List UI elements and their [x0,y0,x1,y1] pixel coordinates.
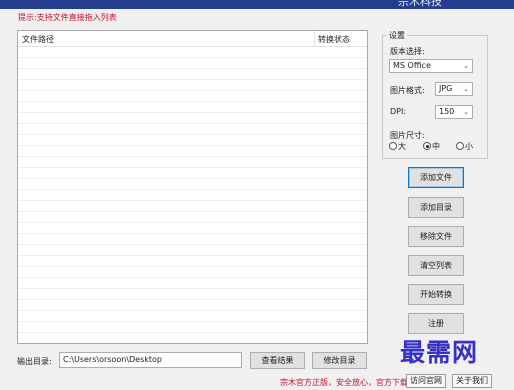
empty-row [18,223,367,234]
empty-row [18,113,367,124]
column-header-status[interactable]: 转换状态 [318,34,350,45]
dpi-label: DPI: [390,107,407,116]
empty-row [18,135,367,146]
empty-row [18,69,367,80]
size-medium-label: 中 [432,142,440,151]
size-label: 图片尺寸: [390,131,425,140]
empty-row [18,212,367,223]
clear-list-button[interactable]: 清空列表 [408,255,464,276]
empty-row [18,234,367,245]
size-radio-medium[interactable]: 中 [423,142,440,152]
empty-row [18,146,367,157]
about-us-link[interactable]: 关于我们 [452,374,492,388]
format-value: JPG [439,84,453,93]
empty-row [18,179,367,190]
output-dir-label: 输出目录: [17,357,52,366]
empty-row [18,300,367,311]
empty-row [18,289,367,300]
column-header-path[interactable]: 文件路径 [22,34,54,45]
watermark-logo: 最需网 [400,338,479,367]
chevron-down-icon[interactable]: ⌄ [463,106,469,118]
radio-selected-icon[interactable] [423,142,431,150]
view-result-button[interactable]: 查看结果 [250,352,305,369]
version-value: MS Office [393,61,431,70]
title-bar: 宗木科技 [0,0,514,9]
output-dir-field[interactable]: C:\Users\orsoon\Desktop [59,352,242,368]
window-title: 宗木科技 [398,0,442,8]
start-convert-button[interactable]: 开始转换 [408,284,464,305]
format-label: 图片格式: [390,86,425,95]
empty-row [18,311,367,322]
settings-title: 设置 [387,30,407,41]
chevron-down-icon[interactable]: ⌄ [463,60,469,72]
size-radio-small[interactable]: 小 [456,142,473,152]
add-file-button[interactable]: 添加文件 [408,167,464,188]
dpi-value: 150 [439,107,455,116]
remove-file-button[interactable]: 移除文件 [408,226,464,247]
version-label: 版本选择: [390,47,425,56]
empty-row [18,190,367,201]
change-directory-button[interactable]: 修改目录 [312,352,367,369]
register-button[interactable]: 注册 [408,313,464,334]
file-list[interactable]: 文件路径 转换状态 [17,30,368,344]
version-select[interactable]: MS Office ⌄ [389,59,473,73]
file-list-rows [18,47,367,343]
drag-hint: 提示:支持文件直接拖入列表 [18,13,117,22]
empty-row [18,58,367,69]
file-list-header: 文件路径 转换状态 [18,31,367,47]
column-divider[interactable] [314,31,315,47]
format-select[interactable]: JPG ⌄ [435,82,473,96]
dpi-select[interactable]: 150 ⌄ [435,105,473,119]
empty-row [18,47,367,58]
empty-row [18,91,367,102]
visit-site-link[interactable]: 访问官网 [406,374,446,388]
empty-row [18,102,367,113]
empty-row [18,201,367,212]
size-radio-large[interactable]: 大 [389,142,406,152]
empty-row [18,157,367,168]
chevron-down-icon[interactable]: ⌄ [463,83,469,95]
add-directory-button[interactable]: 添加目录 [408,197,464,218]
empty-row [18,256,367,267]
size-large-label: 大 [398,142,406,151]
radio-icon[interactable] [456,142,464,150]
empty-row [18,245,367,256]
empty-row [18,80,367,91]
empty-row [18,124,367,135]
empty-row [18,278,367,289]
radio-icon[interactable] [389,142,397,150]
settings-group: 设置 版本选择: MS Office ⌄ 图片格式: JPG ⌄ DPI: 15… [382,30,488,159]
size-small-label: 小 [465,142,473,151]
empty-row [18,168,367,179]
empty-row [18,322,367,333]
empty-row [18,267,367,278]
